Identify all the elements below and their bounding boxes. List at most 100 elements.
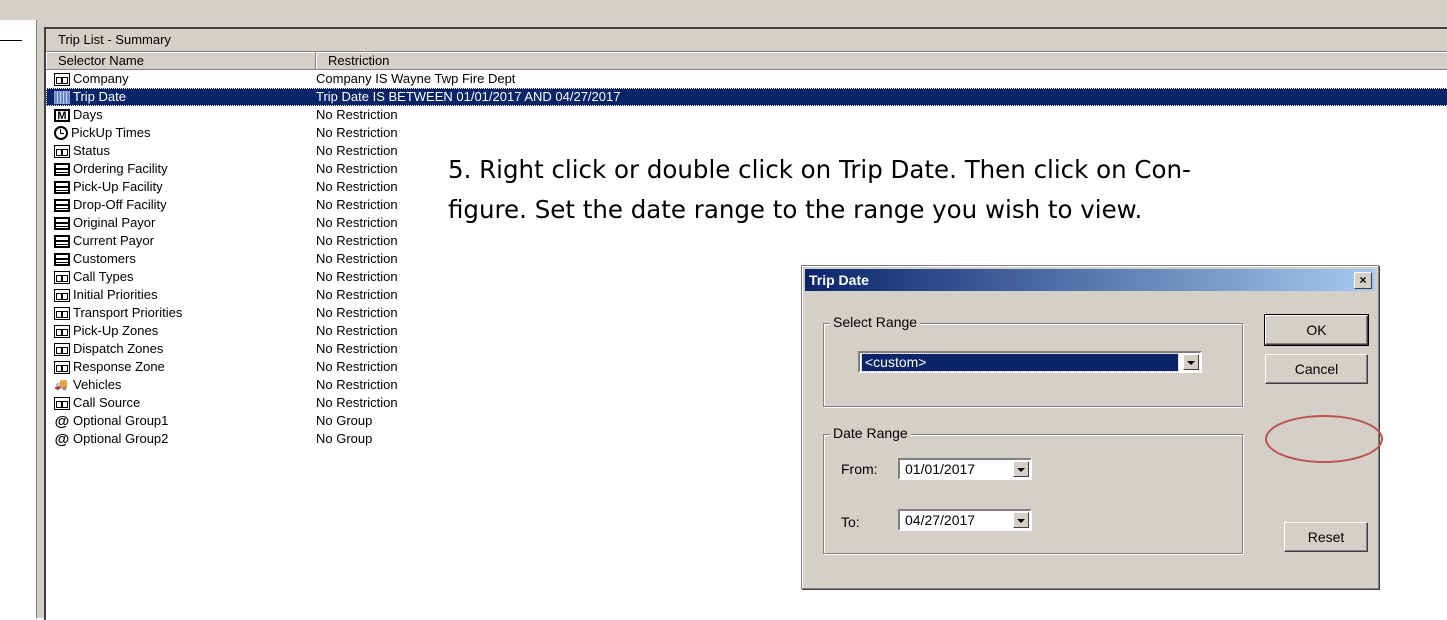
selector-name-cell: 🚚 Vehicles: [46, 376, 304, 394]
at-icon: @: [54, 412, 70, 430]
calendar-icon: [54, 234, 70, 248]
selector-name: Status: [73, 143, 110, 158]
grid-icon: [54, 72, 70, 86]
restriction-cell: No Restriction: [316, 179, 398, 194]
selector-name-cell: Call Source: [46, 394, 304, 412]
dialog-title-bar: Trip Date ×: [805, 269, 1375, 291]
selector-name: Drop-Off Facility: [73, 197, 167, 212]
instruction-text: 5. Right click or double click on Trip D…: [448, 150, 1438, 230]
restriction-cell: No Restriction: [316, 125, 398, 140]
chevron-down-icon[interactable]: [1013, 461, 1029, 477]
restriction-cell: No Restriction: [316, 359, 398, 374]
date-range-group: Date Range From: 01/01/2017 To: 04/27/20…: [823, 425, 1243, 554]
calendar-icon: [54, 252, 70, 266]
clock-icon: [54, 126, 68, 140]
grid-icon: [54, 324, 70, 338]
selector-name-cell: Transport Priorities: [46, 304, 304, 322]
select-range-dropdown[interactable]: <custom>: [858, 351, 1202, 373]
cancel-button[interactable]: Cancel: [1265, 354, 1368, 384]
chevron-down-icon[interactable]: [1013, 512, 1029, 528]
restriction-cell: No Restriction: [316, 341, 398, 356]
list-item-days[interactable]: M Days No Restriction: [46, 106, 1447, 124]
selector-name: Pick-Up Facility: [73, 179, 163, 194]
selector-name-cell: Drop-Off Facility: [46, 196, 304, 214]
restriction-cell: No Restriction: [316, 305, 398, 320]
ok-button[interactable]: OK: [1264, 314, 1369, 346]
calendar-icon: [54, 198, 70, 212]
close-button[interactable]: ×: [1354, 272, 1372, 289]
selector-name-cell: Status: [46, 142, 304, 160]
window-top-band: [0, 0, 1447, 20]
selector-name: Vehicles: [73, 377, 122, 392]
restriction-cell: No Restriction: [316, 161, 398, 176]
date-icon: [54, 90, 70, 104]
selector-name: Call Source: [73, 395, 141, 410]
instruction-line: figure. Set the date range to the range …: [448, 195, 1143, 224]
selector-name-cell: Trip Date: [46, 88, 304, 106]
calendar-icon: [54, 162, 70, 176]
selector-name: Optional Group2: [73, 431, 169, 446]
grid-icon: [54, 360, 70, 374]
grid-icon: [54, 270, 70, 284]
selector-name-cell: Current Payor: [46, 232, 304, 250]
from-date-field[interactable]: 01/01/2017: [898, 458, 1032, 480]
grid-icon: [54, 288, 70, 302]
column-header-restriction[interactable]: Restriction: [316, 52, 1447, 70]
selector-name: Customers: [73, 251, 136, 266]
selector-name-cell: Pick-Up Facility: [46, 178, 304, 196]
dialog-title: Trip Date: [809, 272, 869, 288]
vehicle-icon: 🚚: [54, 378, 68, 391]
to-label: To:: [841, 514, 860, 530]
selector-name: PickUp Times: [71, 125, 151, 140]
to-date-field[interactable]: 04/27/2017: [898, 509, 1032, 531]
grid-icon: [54, 342, 70, 356]
selector-name: Trip Date: [73, 89, 126, 104]
selector-name: Current Payor: [73, 233, 154, 248]
restriction-cell: No Restriction: [316, 215, 398, 230]
restriction-cell: No Group: [316, 413, 373, 428]
from-date-value: 01/01/2017: [905, 461, 976, 477]
selector-name-cell: Response Zone: [46, 358, 304, 376]
reset-button[interactable]: Reset: [1284, 522, 1368, 552]
restriction-cell: No Restriction: [316, 395, 398, 410]
grid-icon: [54, 306, 70, 320]
selector-name: Response Zone: [73, 359, 165, 374]
restriction-cell: No Restriction: [316, 197, 398, 212]
selector-name-cell: Customers: [46, 250, 304, 268]
at-icon: @: [54, 430, 70, 448]
selector-name: Ordering Facility: [73, 161, 168, 176]
selector-name-cell: PickUp Times: [46, 124, 304, 142]
m-icon: M: [54, 108, 70, 122]
list-item-company[interactable]: Company Company IS Wayne Twp Fire Dept: [46, 70, 1447, 88]
restriction-cell: Company IS Wayne Twp Fire Dept: [316, 71, 516, 86]
selector-name: Company: [73, 71, 129, 86]
restriction-cell: No Restriction: [316, 143, 398, 158]
chevron-down-icon[interactable]: [1183, 354, 1199, 370]
selector-name: Optional Group1: [73, 413, 169, 428]
select-range-value: <custom>: [861, 353, 1179, 372]
selector-name-cell: Original Payor: [46, 214, 304, 232]
panel-title: Trip List - Summary: [46, 29, 1447, 52]
list-item-trip-date[interactable]: Trip Date Trip Date IS BETWEEN 01/01/2017…: [46, 88, 1447, 106]
annotation-ellipse: [1265, 415, 1383, 463]
selector-name-cell: Call Types: [46, 268, 304, 286]
selector-name-cell: Dispatch Zones: [46, 340, 304, 358]
from-label: From:: [841, 461, 878, 477]
restriction-cell: No Restriction: [316, 377, 398, 392]
column-header-selector-name[interactable]: Selector Name: [46, 52, 316, 70]
restriction-cell: No Restriction: [316, 251, 398, 266]
selector-name: Days: [73, 107, 103, 122]
instruction-line: 5. Right click or double click on Trip D…: [448, 155, 1191, 184]
grid-icon: [54, 396, 70, 410]
to-date-value: 04/27/2017: [905, 512, 976, 528]
column-header-row: Selector Name Restriction: [46, 52, 1447, 70]
restriction-cell: No Restriction: [316, 107, 398, 122]
selector-name-cell: Initial Priorities: [46, 286, 304, 304]
restriction-cell: No Restriction: [316, 323, 398, 338]
list-item-pickup-times[interactable]: PickUp Times No Restriction: [46, 124, 1447, 142]
restriction-cell: No Restriction: [316, 287, 398, 302]
selector-name: Call Types: [73, 269, 134, 284]
calendar-icon: [54, 216, 70, 230]
calendar-icon: [54, 180, 70, 194]
list-item-current-payor[interactable]: Current Payor No Restriction: [46, 232, 1447, 250]
